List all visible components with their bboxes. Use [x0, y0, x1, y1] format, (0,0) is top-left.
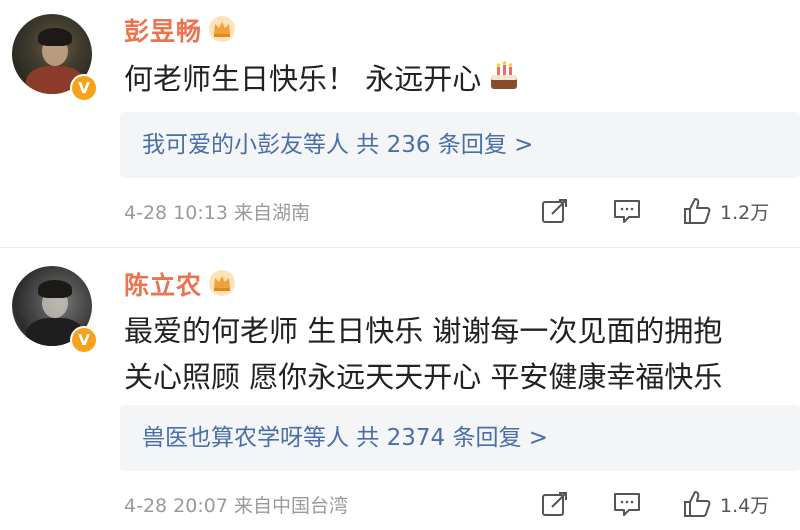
comment-date: 4-28 10:13	[124, 202, 228, 224]
comment-date: 4-28 20:07	[124, 495, 228, 517]
verified-badge: V	[70, 326, 98, 354]
like-button[interactable]: 1.4万	[682, 487, 769, 521]
username[interactable]: 彭昱畅	[124, 12, 202, 48]
comment-button[interactable]	[612, 487, 642, 521]
repost-button[interactable]	[540, 487, 570, 521]
crown-icon	[209, 16, 235, 42]
comment-text: 何老师生日快乐！ 永远开心	[124, 56, 521, 102]
repost-button[interactable]	[540, 194, 570, 228]
comment-item: V 彭昱畅 何老师生日快乐！ 永远开心 我可爱的小彭友等人 共 236 条回复 …	[0, 0, 800, 248]
comment-icon	[614, 200, 640, 223]
cake-icon	[491, 61, 518, 89]
like-button[interactable]: 1.2万	[682, 194, 769, 228]
repost-icon	[542, 199, 567, 223]
comment-location: 来自中国台湾	[233, 495, 348, 517]
comment-item: V 陈立农 最爱的何老师 生日快乐 谢谢每一次见面的拥抱 关心照顾 愿你永远天天…	[0, 248, 800, 530]
comment-meta: 4-28 20:07 来自中国台湾	[124, 491, 348, 518]
reply-summary-link[interactable]: 兽医也算农学呀等人 共 2374 条回复 >	[120, 405, 800, 471]
verified-badge: V	[70, 74, 98, 102]
comment-location: 来自湖南	[233, 202, 310, 224]
reply-summary-link[interactable]: 我可爱的小彭友等人 共 236 条回复 >	[120, 112, 800, 178]
comment-meta: 4-28 10:13 来自湖南	[124, 198, 310, 225]
crown-icon	[209, 270, 235, 296]
thumbs-up-icon	[684, 198, 711, 224]
comment-actions: 1.2万	[540, 194, 800, 228]
repost-icon	[542, 492, 567, 516]
thumbs-up-icon	[684, 491, 711, 517]
like-count: 1.4万	[720, 494, 770, 517]
comment-actions: 1.4万	[540, 487, 800, 521]
comment-text: 最爱的何老师 生日快乐 谢谢每一次见面的拥抱 关心照顾 愿你永远天天开心 平安健…	[124, 314, 723, 394]
username[interactable]: 陈立农	[124, 266, 202, 302]
comment-icon	[614, 493, 640, 516]
like-count: 1.2万	[720, 201, 770, 224]
comment-button[interactable]	[612, 194, 642, 228]
